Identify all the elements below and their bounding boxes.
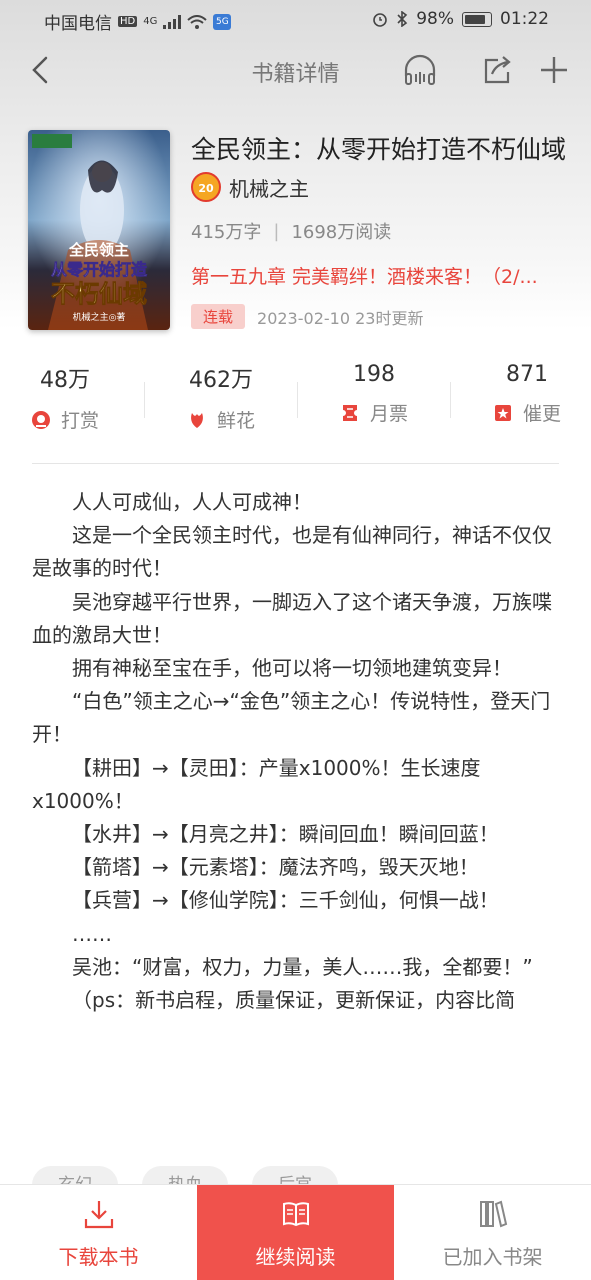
download-icon <box>84 1201 113 1229</box>
flower-icon <box>191 412 203 428</box>
author-name[interactable]: 机械之主 <box>229 173 309 202</box>
battery-icon <box>462 11 492 27</box>
synopsis-line: 这是一个全民领主时代，也是有仙神同行，神话不仅仅是故事的时代！ <box>32 523 552 581</box>
stat-label: 催更 <box>522 403 561 425</box>
stat-divider <box>144 382 145 418</box>
download-button[interactable]: 下载本书 <box>0 1185 197 1280</box>
stat-reward[interactable]: 48万 打赏 <box>0 362 140 434</box>
bookshelf-label: 已加入书架 <box>442 1245 543 1269</box>
word-count: 415万字 <box>191 222 262 243</box>
synopsis-line: 拥有神秘至宝在手，他可以将一切领地建筑变异！ <box>72 656 512 681</box>
signal-icon <box>163 14 182 29</box>
download-label: 下载本书 <box>58 1245 139 1269</box>
stat-urge[interactable]: 871 催更 <box>452 362 591 427</box>
book-detail-page: 中国电信 HD 4G 5G 98% 01:22 书籍详情 全民领主 从零开始打造… <box>0 0 591 1280</box>
book-cover[interactable]: 全民领主 从零开始打造 不朽仙域 机械之主◎著 <box>28 130 170 330</box>
stat-label: 打赏 <box>60 410 99 432</box>
synopsis-line: 吴池：“财富，权力，力量，美人……我，全都要！” <box>72 954 533 979</box>
stat-label: 月票 <box>369 403 408 425</box>
author-row[interactable]: 20 机械之主 <box>191 172 309 202</box>
synopsis-line: “白色”领主之心→“金色”领主之心！传说特性，登天门开！ <box>32 689 551 747</box>
carrier-label: 中国电信 <box>44 14 112 34</box>
battery-percent: 98% <box>416 9 454 29</box>
latest-chapter-link[interactable]: 第一五九章 完美羁绊！酒楼来客！（2/... <box>191 262 561 289</box>
ticket-icon <box>342 404 357 421</box>
book-title: 全民领主：从零开始打造不朽仙域 <box>191 135 567 164</box>
book-stats: 415万字 | 1698万阅读 <box>191 218 391 244</box>
status-row: 连载 2023-02-10 23时更新 <box>191 304 423 329</box>
synopsis-line: 【箭塔】→【元素塔】：魔法齐鸣，毁天灭地！ <box>72 855 479 880</box>
synopsis-line: 吴池穿越平行世界，一脚迈入了这个诸天争渡，万族喋血的激昂大世！ <box>32 589 552 647</box>
author-level-badge: 20 <box>191 172 221 202</box>
synopsis-line: （ps：新书启程，质量保证，更新保证，内容比简 <box>72 988 516 1013</box>
urge-icon <box>494 404 511 421</box>
book-open-icon <box>282 1202 309 1227</box>
status-bar: 中国电信 HD 4G 5G 98% 01:22 <box>0 0 591 40</box>
serial-status-badge: 连载 <box>191 304 246 329</box>
bottom-action-bar: 下载本书 继续阅读 已加入书架 <box>0 1184 591 1280</box>
network-label: 4G <box>143 16 158 27</box>
stat-divider <box>297 382 298 418</box>
synopsis[interactable]: 人人可成仙，人人可成神！ 这是一个全民领主时代，也是有仙神同行，神话不仅仅是故事… <box>32 486 562 1017</box>
cover-title-line1: 全民领主 <box>68 241 129 259</box>
stats-row: 48万 打赏 462万 鲜花 198 月票 871 催更 <box>0 362 591 442</box>
stat-divider <box>450 382 451 418</box>
synopsis-line: …… <box>72 921 112 946</box>
cover-title-line3: 不朽仙域 <box>51 279 147 308</box>
stat-ticket[interactable]: 198 月票 <box>299 362 449 427</box>
synopsis-line: 【水井】→【月亮之井】：瞬间回血！瞬间回蓝！ <box>72 822 499 847</box>
stat-flower[interactable]: 462万 鲜花 <box>146 362 296 434</box>
app-notification-icon: 5G <box>213 13 232 30</box>
cover-title-line2: 从零开始打造 <box>51 260 148 279</box>
bluetooth-icon <box>397 11 408 27</box>
alarm-icon <box>373 13 388 27</box>
reward-icon <box>31 410 50 429</box>
hd-badge: HD <box>118 16 138 27</box>
synopsis-line: 【兵营】→【修仙学院】：三千剑仙，何惧一战！ <box>72 888 499 913</box>
stat-value: 198 <box>353 362 395 387</box>
synopsis-line: 人人可成仙，人人可成神！ <box>72 490 312 514</box>
stat-value: 871 <box>506 362 548 387</box>
stat-value: 462万 <box>189 368 253 393</box>
continue-label: 继续阅读 <box>255 1245 336 1269</box>
synopsis-line: 【耕田】→【灵田】：产量x1000%！生长速度x1000%！ <box>32 755 481 813</box>
stat-value: 48万 <box>40 368 90 393</box>
update-time: 2023-02-10 23时更新 <box>257 308 424 328</box>
read-count: 1698万阅读 <box>291 222 392 243</box>
nav-bar: 书籍详情 <box>0 40 591 102</box>
section-divider <box>32 463 559 464</box>
add-icon[interactable] <box>536 52 572 88</box>
share-icon[interactable] <box>478 52 514 88</box>
continue-reading-button[interactable]: 继续阅读 <box>197 1185 394 1280</box>
bookshelf-icon <box>479 1200 507 1228</box>
stats-separator: | <box>273 220 280 242</box>
bookshelf-button[interactable]: 已加入书架 <box>394 1185 591 1280</box>
cover-art: 全民领主 从零开始打造 不朽仙域 机械之主◎著 <box>28 130 170 330</box>
cover-author: 机械之主◎著 <box>73 311 126 323</box>
wifi-icon <box>187 14 208 29</box>
stat-label: 鲜花 <box>216 410 255 432</box>
clock: 01:22 <box>500 9 549 29</box>
headphones-icon[interactable] <box>402 52 438 88</box>
